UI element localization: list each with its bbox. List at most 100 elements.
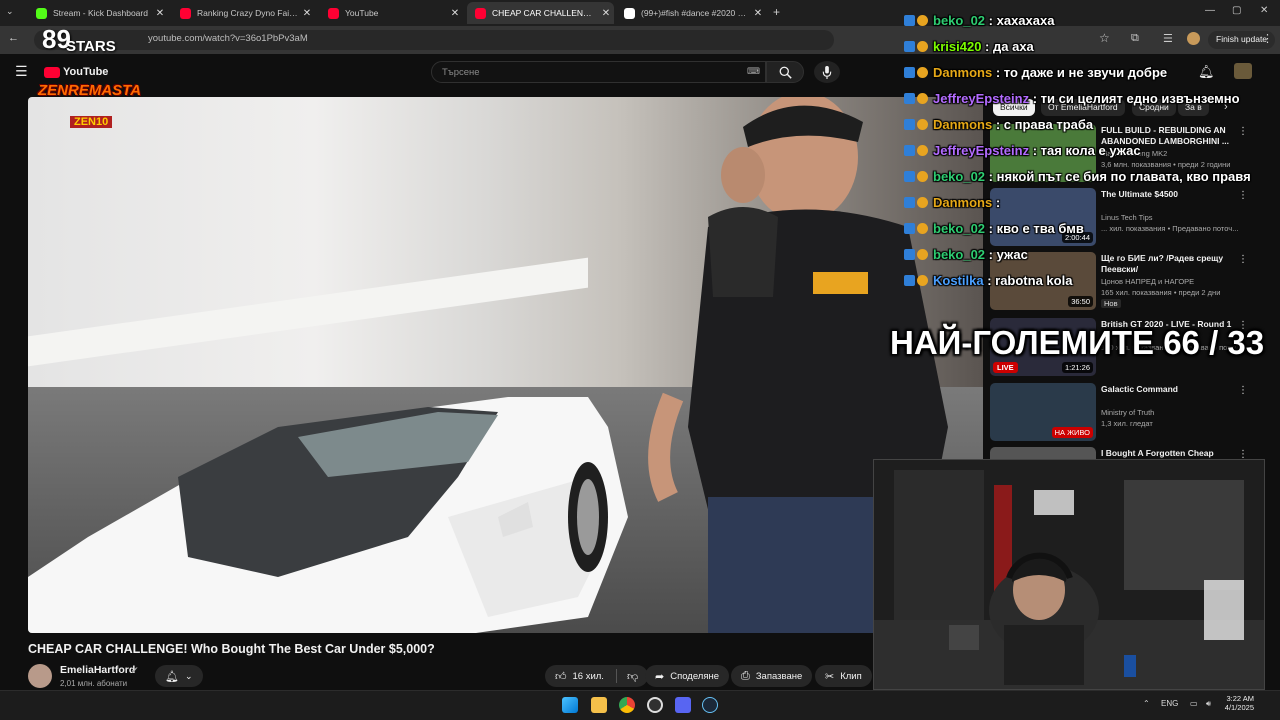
live-badge: НА ЖИВО — [1051, 427, 1093, 438]
more-options-icon[interactable]: ⋮ — [1238, 385, 1248, 396]
windows-start-icon[interactable] — [562, 697, 578, 713]
chat-badge-icon — [917, 92, 928, 104]
chat-badge-icon — [904, 40, 915, 52]
chat-username: beko_02 — [933, 12, 986, 28]
chat-badge-icon — [904, 248, 915, 260]
share-button[interactable]: ➦ Споделяне — [645, 665, 730, 687]
browser-tab[interactable]: Ranking Crazy Dyno Fail Mome✕ — [172, 2, 315, 24]
video-player[interactable] — [28, 97, 983, 633]
subscribe-notifications-button[interactable]: 🔔︎ ⌄ — [155, 665, 203, 687]
tab-close-icon[interactable]: ✕ — [750, 8, 766, 19]
chat-username: Danmons — [933, 116, 993, 132]
browser-tab[interactable]: Stream - Kick Dashboard ✕ — [28, 2, 168, 24]
clip-button[interactable]: ✂ Клип — [815, 665, 872, 687]
minimize-icon[interactable]: — — [1205, 5, 1215, 16]
stream-logo: 89 STARS ZENREMASTA ZEN10 — [36, 24, 146, 134]
chat-username: Danmons — [933, 64, 993, 80]
tab-close-icon[interactable]: ✕ — [447, 8, 463, 19]
reading-list-icon[interactable]: ☰ — [1163, 32, 1173, 45]
thumbs-down-icon[interactable]: 👎︎ — [627, 670, 638, 683]
chat-badge-icon — [904, 222, 915, 234]
tray-chevron-icon[interactable]: ⌃ — [1143, 699, 1150, 708]
new-tab-button[interactable]: + — [773, 5, 780, 19]
tab-favicon-icon — [624, 7, 635, 19]
recommended-video[interactable]: НА ЖИВО Galactic Command Ministry of Truth… — [990, 383, 1250, 441]
keyboard-icon[interactable]: ⌨ — [747, 66, 760, 77]
chat-text: : тая кола е ужас — [1029, 142, 1141, 158]
chevron-down-icon: ⌄ — [184, 670, 193, 681]
more-options-icon[interactable]: ⋮ — [1238, 254, 1248, 265]
chat-message: krisi420 : да аха — [904, 35, 1034, 57]
chat-badge-icon — [917, 274, 928, 286]
browser-tab[interactable]: (99+)#fish #dance #2020 #fun ✕ — [616, 2, 766, 24]
back-icon[interactable]: ← — [8, 32, 19, 44]
video-title[interactable]: The Ultimate $4500 — [1101, 189, 1233, 200]
overlay-headline: НАЙ-ГОЛЕМИТЕ 66 / 33 — [890, 324, 1265, 361]
tab-close-icon[interactable]: ✕ — [598, 8, 614, 19]
network-icon[interactable]: ▭ — [1190, 699, 1198, 708]
chat-message: beko_02 : кво е тва бмв — [904, 217, 1084, 239]
browser-tab[interactable]: CHEAP CAR CHALLENGE! W ✕ — [467, 2, 614, 24]
language-indicator[interactable]: ENG — [1161, 699, 1178, 708]
channel-name[interactable]: EmeliaHartford — [60, 664, 135, 676]
channel-avatar[interactable] — [28, 664, 52, 688]
hamburger-menu-icon[interactable]: ☰ — [15, 63, 28, 80]
tab-favicon-icon — [180, 7, 191, 19]
bookmark-star-icon[interactable]: ☆ — [1099, 31, 1110, 45]
share-label: Споделяне — [670, 670, 720, 682]
clock[interactable]: 3:22 AM 4/1/2025 — [1222, 694, 1254, 712]
file-explorer-icon[interactable] — [591, 697, 607, 713]
video-channel[interactable]: Цонов НАПРЕД и НАГОРЕ — [1101, 277, 1194, 286]
subscriber-count: 2,01 млн. абонати — [60, 679, 128, 688]
tab-close-icon[interactable]: ✕ — [299, 8, 315, 19]
extensions-icon[interactable]: ⧉ — [1131, 32, 1139, 45]
video-channel[interactable]: Ministry of Truth — [1101, 408, 1154, 417]
chat-username: beko_02 — [933, 246, 986, 262]
save-button[interactable]: ⎙ Запазване — [731, 665, 813, 687]
video-title[interactable]: Ще го БИЕ ли? /Радев срещу Пеевски/ — [1101, 253, 1233, 275]
bell-icon: 🔔︎ — [165, 670, 179, 683]
chat-username: JeffreyEpsteinz — [933, 90, 1030, 106]
chat-text: : да аха — [981, 38, 1034, 54]
chat-message: beko_02 : хахахаха — [904, 9, 1054, 31]
video-meta: 1,3 хил. гледат — [1101, 419, 1153, 428]
discord-icon[interactable] — [675, 697, 691, 713]
url-text: youtube.com/watch?v=36o1PbPv3aM — [148, 33, 308, 44]
streamer-webcam — [873, 459, 1265, 690]
tab-search-icon[interactable]: ⌄ — [6, 6, 14, 17]
search-button[interactable] — [766, 61, 804, 83]
chat-message: Danmons : с права траба — [904, 113, 1093, 135]
clip-label: Клип — [840, 670, 862, 682]
chat-message: JeffreyEpsteinz : ти си целият едно извъ… — [904, 87, 1240, 109]
browser-tab[interactable]: YouTube ✕ — [320, 2, 463, 24]
notifications-bell-icon[interactable]: 🔔︎ — [1198, 64, 1215, 80]
video-thumbnail[interactable]: НА ЖИВО — [990, 383, 1096, 441]
tab-close-icon[interactable]: ✕ — [152, 8, 168, 19]
chat-message: Kostilka : rabotna kola — [904, 269, 1072, 291]
like-button[interactable]: 👍︎ 16 хил. 👎︎ — [545, 665, 649, 687]
close-window-icon[interactable]: ✕ — [1260, 5, 1268, 16]
chat-username: JeffreyEpsteinz — [933, 142, 1030, 158]
chat-text: : то даже и не звучи добре — [992, 64, 1168, 80]
chat-badge-icon — [904, 144, 915, 156]
obs-icon[interactable] — [647, 697, 663, 713]
maximize-icon[interactable]: ▢ — [1232, 5, 1241, 16]
tab-title: Ranking Crazy Dyno Fail Mome — [197, 8, 299, 18]
account-avatar[interactable] — [1234, 63, 1252, 79]
profile-avatar[interactable] — [1187, 32, 1200, 45]
video-title[interactable]: I Bought A Forgotten Cheap — [1101, 448, 1233, 459]
chat-badge-icon — [917, 118, 928, 130]
video-channel[interactable]: Linus Tech Tips — [1101, 213, 1153, 222]
volume-icon[interactable]: 🔊︎ — [1206, 699, 1211, 709]
steam-icon[interactable] — [702, 697, 718, 713]
chat-badge-icon — [917, 66, 928, 78]
video-title[interactable]: Galactic Command — [1101, 384, 1233, 395]
more-options-icon[interactable]: ⋮ — [1238, 126, 1248, 137]
chat-text: : — [992, 194, 1004, 210]
browser-menu-icon[interactable]: ⋮ — [1262, 32, 1273, 45]
voice-search-button[interactable] — [814, 61, 840, 83]
chrome-icon[interactable] — [619, 697, 635, 713]
video-scene-car — [28, 397, 628, 633]
more-options-icon[interactable]: ⋮ — [1238, 190, 1248, 201]
search-input[interactable]: Търсене — [431, 61, 766, 83]
